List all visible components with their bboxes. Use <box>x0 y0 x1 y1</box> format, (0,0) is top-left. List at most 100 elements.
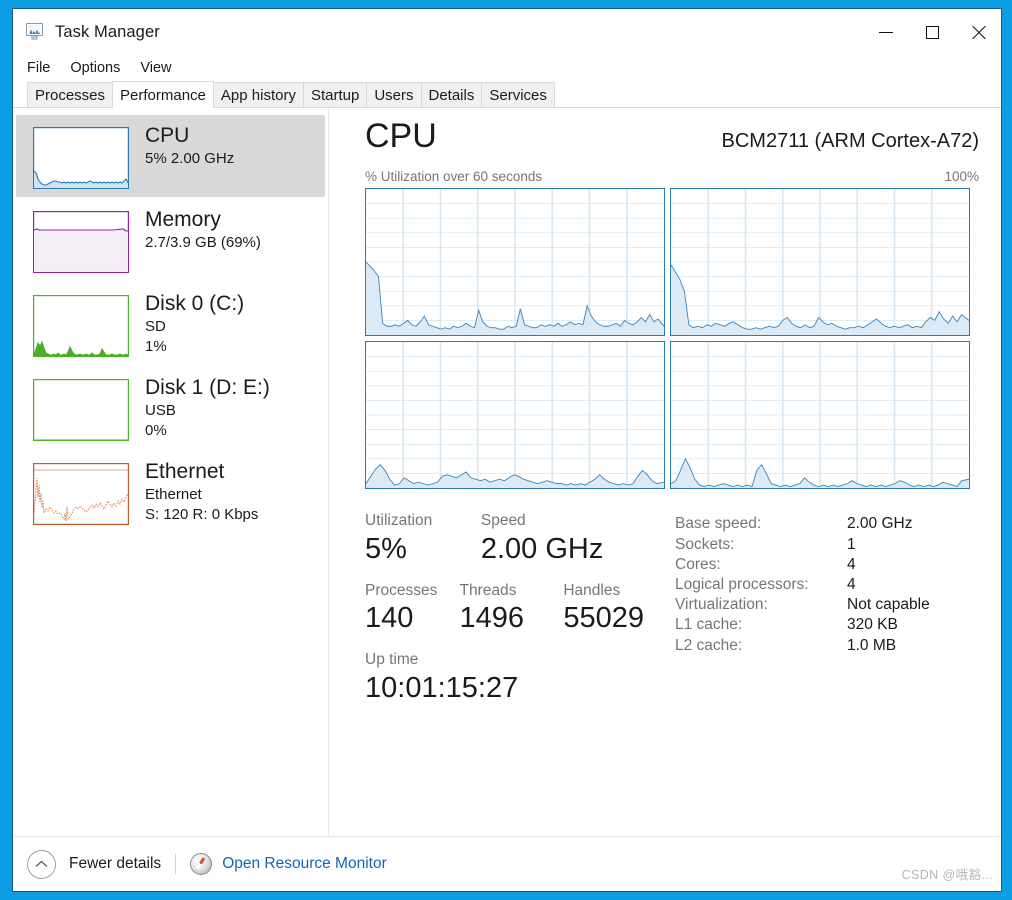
spec-cores: Cores: 4 <box>675 555 979 575</box>
window-title: Task Manager <box>55 22 160 41</box>
tab-details[interactable]: Details <box>420 82 483 108</box>
sidebar-sub-disk0-usage: 1% <box>145 337 167 355</box>
minimize-button[interactable] <box>863 9 909 55</box>
stat-row-2: Processes 140 Threads 1496 Handles 55029 <box>365 581 675 636</box>
spec-logical-processors: Logical processors: 4 <box>675 575 979 595</box>
sidebar-sub-disk1-usage: 0% <box>145 421 167 439</box>
stat-handles-label: Handles <box>563 581 621 599</box>
cpu-core-graphs <box>365 188 970 490</box>
stat-threads-value: 1496 <box>459 602 524 635</box>
stat-processes: Processes 140 <box>365 581 441 636</box>
window-controls <box>863 9 1001 55</box>
tab-strip: Processes Performance App history Startu… <box>13 81 1001 108</box>
graph-caption: % Utilization over 60 seconds <box>365 169 543 185</box>
spec-l2-cache: L2 cache: 1.0 MB <box>675 636 979 656</box>
sidebar-sub-disk0-type: SD <box>145 317 166 335</box>
stat-utilization-value: 5% <box>365 533 407 566</box>
tab-processes[interactable]: Processes <box>27 82 114 108</box>
spec-virtualization: Virtualization: Not capable <box>675 595 979 615</box>
tab-services[interactable]: Services <box>481 82 555 108</box>
spec-l1-cache-key: L1 cache: <box>675 616 743 634</box>
stat-row-1: Utilization 5% Speed 2.00 GHz <box>365 511 675 566</box>
spec-base-speed-value: 2.00 GHz <box>847 515 913 533</box>
title-bar: Task Manager <box>13 9 1001 55</box>
sidebar-title-memory: Memory <box>145 208 221 231</box>
task-manager-window: Task Manager File Options View Processes… <box>12 8 1002 892</box>
fewer-details-label[interactable]: Fewer details <box>69 855 161 873</box>
sidebar-text-disk1: Disk 1 (D: E:) USB 0% <box>145 375 270 440</box>
stat-uptime: Up time 10:01:15:27 <box>365 650 518 705</box>
spec-sockets-key: Sockets: <box>675 535 735 553</box>
screen-root: Task Manager File Options View Processes… <box>0 0 1012 900</box>
watermark-text: CSDN @哦豁... <box>901 868 993 882</box>
spec-cores-key: Cores: <box>675 555 721 573</box>
graph-header: % Utilization over 60 seconds 100% <box>365 169 979 184</box>
tab-performance[interactable]: Performance <box>112 81 214 108</box>
stat-speed: Speed 2.00 GHz <box>481 511 657 566</box>
cpu-graph-core-3-svg <box>671 342 969 489</box>
resource-monitor-icon <box>190 853 213 875</box>
cpu-graph-core-2[interactable] <box>365 341 665 490</box>
stat-threads-label: Threads <box>459 581 517 599</box>
graph-max-label: 100% <box>944 169 979 185</box>
stat-utilization-label: Utilization <box>365 512 433 530</box>
sidebar-title-ethernet: Ethernet <box>145 460 225 483</box>
task-manager-monitor-icon <box>25 23 45 41</box>
tab-startup[interactable]: Startup <box>302 82 368 108</box>
sidebar-sub-ethernet-type: Ethernet <box>145 485 202 503</box>
stat-speed-value: 2.00 GHz <box>480 533 604 566</box>
sidebar-thumb-disk0 <box>33 295 129 357</box>
spec-l1-cache-value: 320 KB <box>847 616 898 634</box>
menu-item-file[interactable]: File <box>27 60 50 76</box>
menu-item-options[interactable]: Options <box>70 60 120 76</box>
spec-base-speed-key: Base speed: <box>675 515 762 533</box>
sidebar-sub-cpu: 5% 2.00 GHz <box>145 149 235 167</box>
sidebar-item-disk1[interactable]: Disk 1 (D: E:) USB 0% <box>16 367 325 449</box>
maximize-button[interactable] <box>909 9 955 55</box>
sidebar-sub-ethernet-rate: S: 120 R: 0 Kbps <box>145 505 259 523</box>
spec-l1-cache: L1 cache: 320 KB <box>675 615 979 635</box>
close-button[interactable] <box>955 9 1001 55</box>
stat-processes-value: 140 <box>365 602 414 635</box>
sidebar-item-disk0[interactable]: Disk 0 (C:) SD 1% <box>16 283 325 365</box>
window-body: CPU 5% 2.00 GHz Memory 2.7/3.9 GB (69%) … <box>13 108 1001 836</box>
open-resource-monitor-link[interactable]: Open Resource Monitor <box>222 855 387 873</box>
spec-sockets-value: 1 <box>847 535 856 553</box>
sidebar-text-disk0: Disk 0 (C:) SD 1% <box>145 291 244 356</box>
cpu-stats: Utilization 5% Speed 2.00 GHz Processes <box>365 511 979 704</box>
page-title: CPU <box>365 117 437 155</box>
cpu-graph-core-1[interactable] <box>670 188 970 337</box>
tab-app-history[interactable]: App history <box>212 82 304 108</box>
spec-cores-value: 4 <box>847 555 856 573</box>
stat-handles-value: 55029 <box>563 602 644 635</box>
sidebar-sub-memory: 2.7/3.9 GB (69%) <box>145 233 261 251</box>
stat-uptime-value: 10:01:15:27 <box>365 671 519 704</box>
cpu-graph-core-2-svg <box>366 342 664 489</box>
tab-users[interactable]: Users <box>366 82 422 108</box>
spec-virtualization-value: Not capable <box>847 596 930 614</box>
sidebar-item-cpu[interactable]: CPU 5% 2.00 GHz <box>16 115 325 197</box>
sidebar-item-ethernet[interactable]: Ethernet Ethernet S: 120 R: 0 Kbps <box>16 451 325 533</box>
sidebar-thumb-memory <box>33 211 129 273</box>
spec-base-speed: Base speed: 2.00 GHz <box>675 514 979 534</box>
cpu-graph-core-0[interactable] <box>365 188 665 337</box>
cpu-graph-core-3[interactable] <box>670 341 970 490</box>
sidebar-title-cpu: CPU <box>145 124 190 147</box>
stat-processes-label: Processes <box>365 581 438 599</box>
spec-logical-processors-value: 4 <box>847 576 856 593</box>
spec-sockets: Sockets: 1 <box>675 535 979 555</box>
sidebar-item-memory[interactable]: Memory 2.7/3.9 GB (69%) <box>16 199 325 281</box>
sidebar-text-memory: Memory 2.7/3.9 GB (69%) <box>145 207 261 253</box>
cpu-header: CPU BCM2711 (ARM Cortex-A72) <box>365 117 979 155</box>
cpu-detail-panel: CPU BCM2711 (ARM Cortex-A72) % Utilizati… <box>329 108 1001 836</box>
sidebar-thumb-cpu <box>33 127 129 189</box>
stat-speed-label: Speed <box>480 512 526 530</box>
fewer-details-button[interactable] <box>27 849 56 879</box>
menu-item-view[interactable]: View <box>140 60 171 76</box>
sidebar-sub-disk1-type: USB <box>145 401 176 419</box>
stat-handles: Handles 55029 <box>563 581 657 636</box>
cpu-graph-core-0-svg <box>366 189 664 336</box>
stat-uptime-label: Up time <box>365 650 419 668</box>
sidebar-text-cpu: CPU 5% 2.00 GHz <box>145 123 234 169</box>
stat-threads: Threads 1496 <box>459 581 545 636</box>
